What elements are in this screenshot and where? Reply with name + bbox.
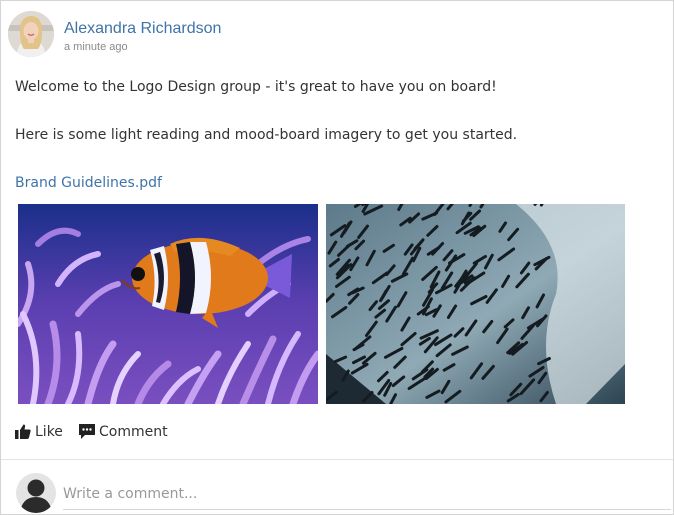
thumbs-up-icon	[15, 424, 31, 439]
comment-input[interactable]	[63, 479, 671, 510]
post-timestamp: a minute ago	[64, 41, 128, 53]
comment-button[interactable]: Comment	[79, 424, 168, 440]
author-photo	[8, 11, 54, 57]
post-text-paragraph: Here is some light reading and mood-boar…	[15, 127, 518, 143]
like-label: Like	[35, 424, 63, 440]
comment-icon	[79, 424, 95, 439]
current-user-avatar	[16, 473, 56, 513]
post-card: Alexandra Richardson a minute ago Welcom…	[0, 0, 674, 515]
post-image-fish-school[interactable]	[326, 204, 625, 404]
divider	[1, 459, 673, 460]
post-text-paragraph: Welcome to the Logo Design group - it's …	[15, 79, 497, 95]
author-avatar[interactable]	[8, 11, 54, 57]
comment-label: Comment	[99, 424, 168, 440]
attachment-link[interactable]: Brand Guidelines.pdf	[15, 175, 162, 191]
user-silhouette-icon	[20, 479, 52, 513]
like-button[interactable]: Like	[15, 424, 63, 440]
post-image-clownfish[interactable]	[18, 204, 318, 404]
author-name[interactable]: Alexandra Richardson	[64, 20, 221, 38]
